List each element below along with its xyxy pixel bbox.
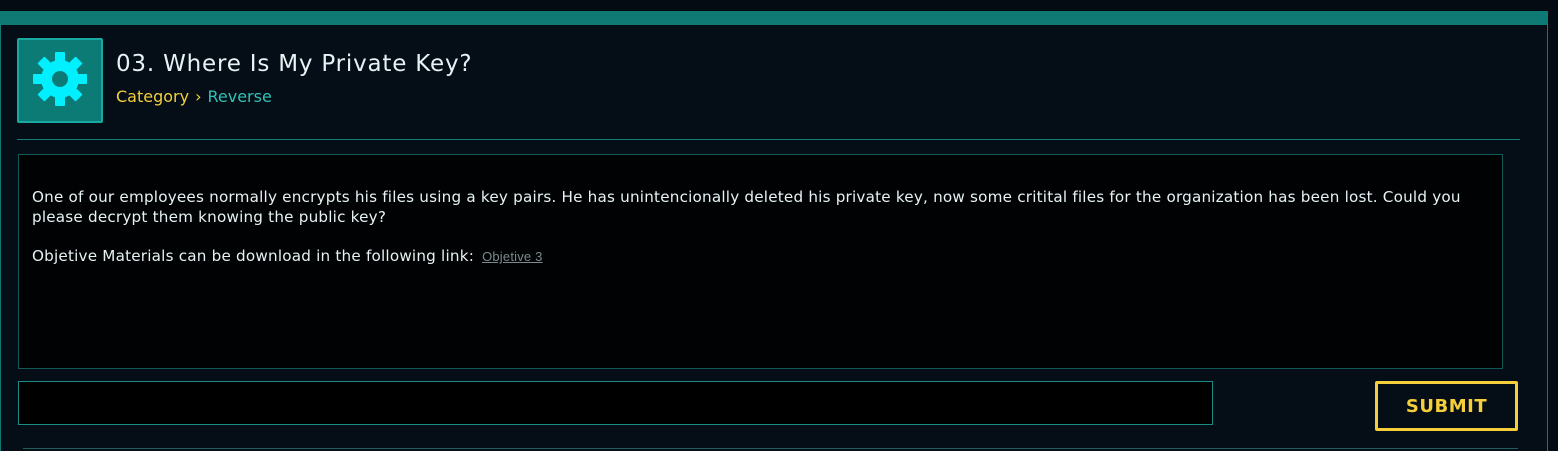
challenge-title: 03. Where Is My Private Key? <box>116 51 473 77</box>
challenge-icon-tile <box>17 38 103 123</box>
materials-text: Objetive Materials can be download in th… <box>32 247 475 265</box>
breadcrumb: Category › Reverse <box>116 87 272 106</box>
chevron-right-icon: › <box>195 87 202 106</box>
submit-button[interactable]: SUBMIT <box>1375 381 1518 431</box>
flag-input[interactable] <box>18 381 1213 425</box>
header-divider <box>17 139 1520 140</box>
objective-download-link[interactable]: Objetive 3 <box>482 249 543 264</box>
description-paragraph: One of our employees normally encrypts h… <box>32 188 1461 226</box>
breadcrumb-category-value[interactable]: Reverse <box>208 87 272 106</box>
materials-line: Objetive Materials can be download in th… <box>32 247 543 265</box>
breadcrumb-category-label[interactable]: Category <box>116 87 189 106</box>
panel-top-bar <box>1 11 1547 25</box>
bottom-divider <box>23 448 1518 449</box>
description-box: One of our employees normally encrypts h… <box>18 154 1503 369</box>
gear-icon <box>30 49 90 113</box>
challenge-panel: 03. Where Is My Private Key? Category › Re… <box>0 11 1548 451</box>
